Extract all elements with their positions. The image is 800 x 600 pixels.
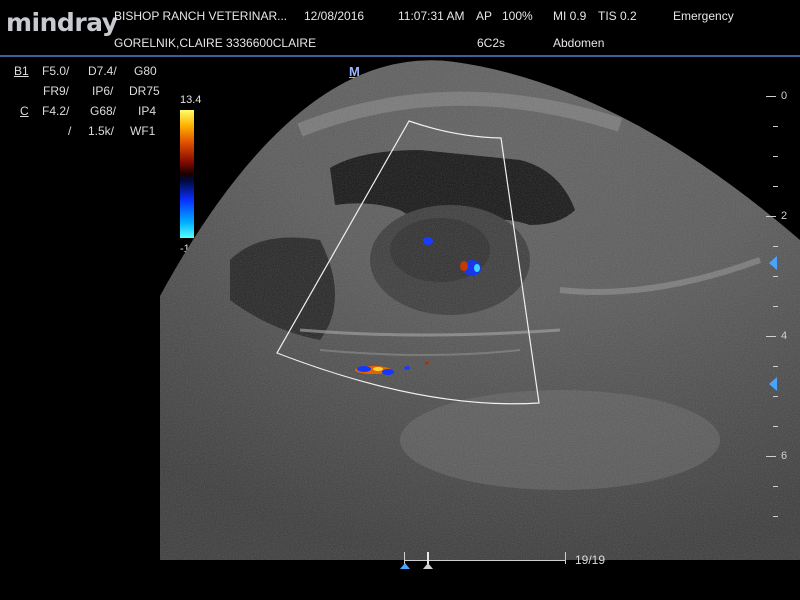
depth-tick: [773, 276, 778, 277]
depth-label-0: 0: [781, 90, 788, 102]
depth-tick: [773, 366, 778, 367]
depth-tick: [766, 216, 776, 217]
depth-tick: [773, 426, 778, 427]
cine-end-marker-icon[interactable]: [423, 563, 433, 569]
cine-end-bracket: [565, 552, 566, 564]
depth-tick: [766, 336, 776, 337]
focus-marker-icon[interactable]: [769, 377, 777, 391]
depth-tick: [773, 156, 778, 157]
depth-label-2: 2: [781, 210, 788, 222]
focus-marker-icon[interactable]: [769, 256, 777, 270]
depth-tick: [773, 516, 778, 517]
depth-label-4: 4: [781, 330, 788, 342]
depth-tick: [773, 486, 778, 487]
depth-label-6: 6: [781, 450, 788, 462]
depth-tick: [766, 456, 776, 457]
cine-start-marker-icon[interactable]: [400, 563, 410, 569]
depth-tick: [773, 306, 778, 307]
depth-tick: [773, 126, 778, 127]
ultrasound-image: [160, 60, 800, 560]
cine-frame-counter: 19/19: [575, 553, 606, 567]
depth-tick: [773, 186, 778, 187]
depth-tick: [773, 246, 778, 247]
depth-tick: [773, 396, 778, 397]
depth-tick: [766, 96, 776, 97]
